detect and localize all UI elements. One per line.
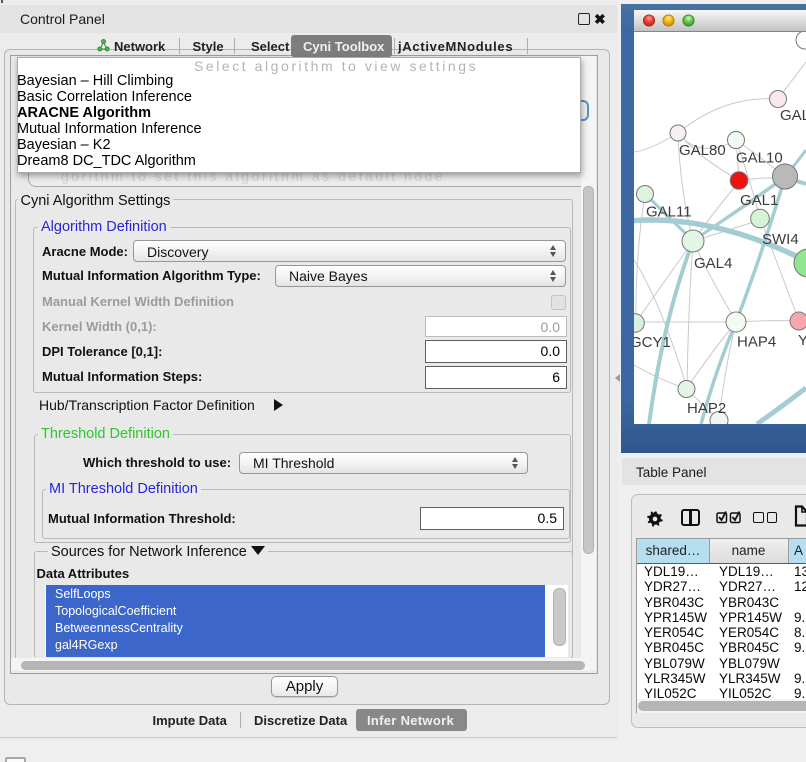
svg-text:GAL4: GAL4 (694, 255, 732, 272)
svg-text:GAL1: GAL1 (740, 192, 778, 209)
svg-text:GCY1: GCY1 (634, 334, 671, 351)
svg-text:GAL: GAL (780, 107, 806, 124)
svg-text:GAL11: GAL11 (646, 204, 692, 221)
svg-text:HAP2: HAP2 (687, 400, 726, 417)
svg-text:GAL10: GAL10 (736, 150, 783, 167)
svg-text:GAL80: GAL80 (679, 142, 726, 159)
svg-text:Y: Y (798, 332, 806, 349)
svg-text:HAP4: HAP4 (737, 334, 776, 351)
svg-text:SWI4: SWI4 (762, 231, 799, 248)
